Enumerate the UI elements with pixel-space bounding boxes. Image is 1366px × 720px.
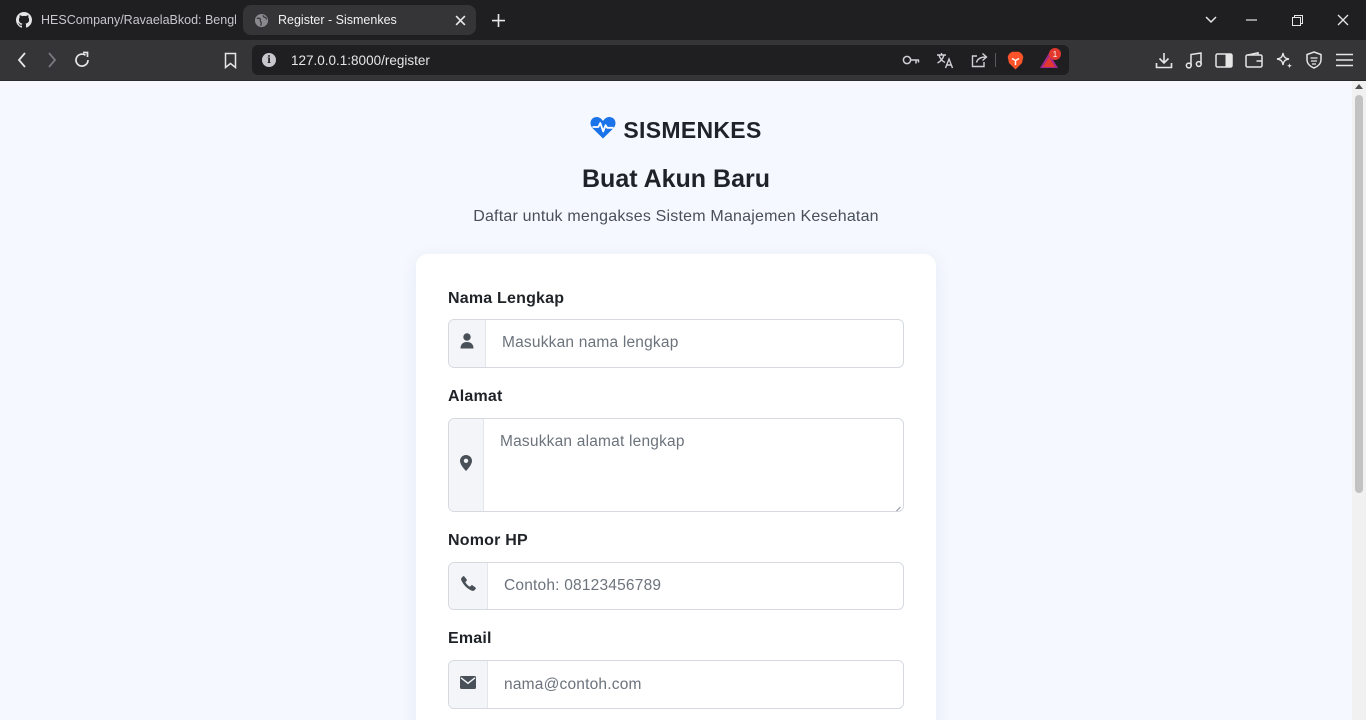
email-label: Email — [448, 630, 492, 647]
address-placeholder[interactable]: Masukkan alamat lengkap — [500, 433, 685, 451]
name-placeholder[interactable]: Masukkan nama lengkap — [502, 334, 679, 352]
github-icon — [16, 12, 32, 28]
tab-github[interactable]: HESCompany/RavaelaBkod: Bengko — [8, 5, 236, 35]
reload-icon[interactable] — [70, 48, 94, 72]
tab-register[interactable]: Register - Sismenkes — [243, 5, 476, 35]
globe-icon — [253, 12, 269, 28]
phone-field[interactable]: Contoh: 08123456789 — [448, 562, 904, 610]
forward-icon[interactable] — [40, 48, 64, 72]
phone-icon — [460, 576, 476, 596]
password-key-icon[interactable] — [901, 50, 921, 70]
address-bar[interactable]: i 127.0.0.1:8000/register 1 — [252, 45, 1069, 75]
brand-logo: SISMENKES — [0, 117, 1352, 144]
email-addon — [449, 661, 488, 708]
ai-assistant-icon[interactable] — [1272, 48, 1296, 72]
restore-icon[interactable] — [1286, 9, 1308, 31]
name-field[interactable]: Masukkan nama lengkap — [448, 319, 904, 368]
brave-shields-icon[interactable] — [1005, 50, 1025, 70]
url-text[interactable]: 127.0.0.1:8000/register — [291, 53, 430, 68]
envelope-icon — [460, 675, 476, 694]
site-info-icon[interactable]: i — [262, 53, 276, 67]
tab-search-chevron-icon[interactable] — [1200, 9, 1222, 31]
translate-icon[interactable] — [935, 50, 955, 70]
menu-icon[interactable] — [1332, 48, 1356, 72]
heartbeat-icon — [590, 117, 616, 144]
page-subtitle: Daftar untuk mengakses Sistem Manajemen … — [473, 208, 879, 225]
page-viewport: SISMENKES Buat Akun Baru Daftar untuk me… — [0, 81, 1352, 720]
browser-toolbar: i 127.0.0.1:8000/register 1 — [0, 40, 1366, 81]
name-addon — [449, 320, 486, 367]
wallet-icon[interactable] — [1242, 48, 1266, 72]
back-icon[interactable] — [10, 48, 34, 72]
divider — [995, 53, 996, 67]
sidebar-toggle-icon[interactable] — [1212, 48, 1236, 72]
media-icon[interactable] — [1182, 48, 1206, 72]
register-form-card: Nama Lengkap Masukkan nama lengkap Alama… — [416, 254, 936, 720]
vpn-shield-icon[interactable] — [1302, 48, 1326, 72]
phone-addon — [449, 563, 488, 609]
map-pin-icon — [460, 454, 472, 476]
browser-tab-bar: HESCompany/RavaelaBkod: Bengko Register … — [0, 0, 1366, 40]
close-tab-icon[interactable] — [450, 10, 470, 30]
page-scrollbar[interactable] — [1352, 81, 1366, 720]
page-title: Buat Akun Baru — [582, 165, 770, 193]
phone-placeholder[interactable]: Contoh: 08123456789 — [504, 577, 661, 595]
new-tab-icon[interactable] — [487, 9, 509, 31]
address-addon — [449, 419, 484, 511]
email-placeholder[interactable]: nama@contoh.com — [504, 676, 642, 694]
scrollbar-thumb[interactable] — [1355, 95, 1363, 493]
phone-label: Nomor HP — [448, 532, 528, 549]
scroll-up-icon[interactable] — [1355, 84, 1363, 89]
email-field[interactable]: nama@contoh.com — [448, 660, 904, 709]
name-label: Nama Lengkap — [448, 290, 565, 307]
download-icon[interactable] — [1152, 48, 1176, 72]
share-icon[interactable] — [969, 50, 989, 70]
user-icon — [460, 333, 474, 354]
resize-handle-icon[interactable] — [893, 501, 901, 511]
tab-title: HESCompany/RavaelaBkod: Bengko — [41, 13, 236, 27]
close-window-icon[interactable] — [1332, 9, 1354, 31]
notification-badge: 1 — [1049, 48, 1061, 60]
minimize-icon[interactable] — [1240, 9, 1262, 31]
brand-name: SISMENKES — [623, 117, 762, 143]
address-label: Alamat — [448, 388, 503, 405]
address-textarea[interactable]: Masukkan alamat lengkap — [448, 418, 904, 512]
tab-title: Register - Sismenkes — [278, 13, 397, 27]
bookmark-icon[interactable] — [218, 48, 242, 72]
